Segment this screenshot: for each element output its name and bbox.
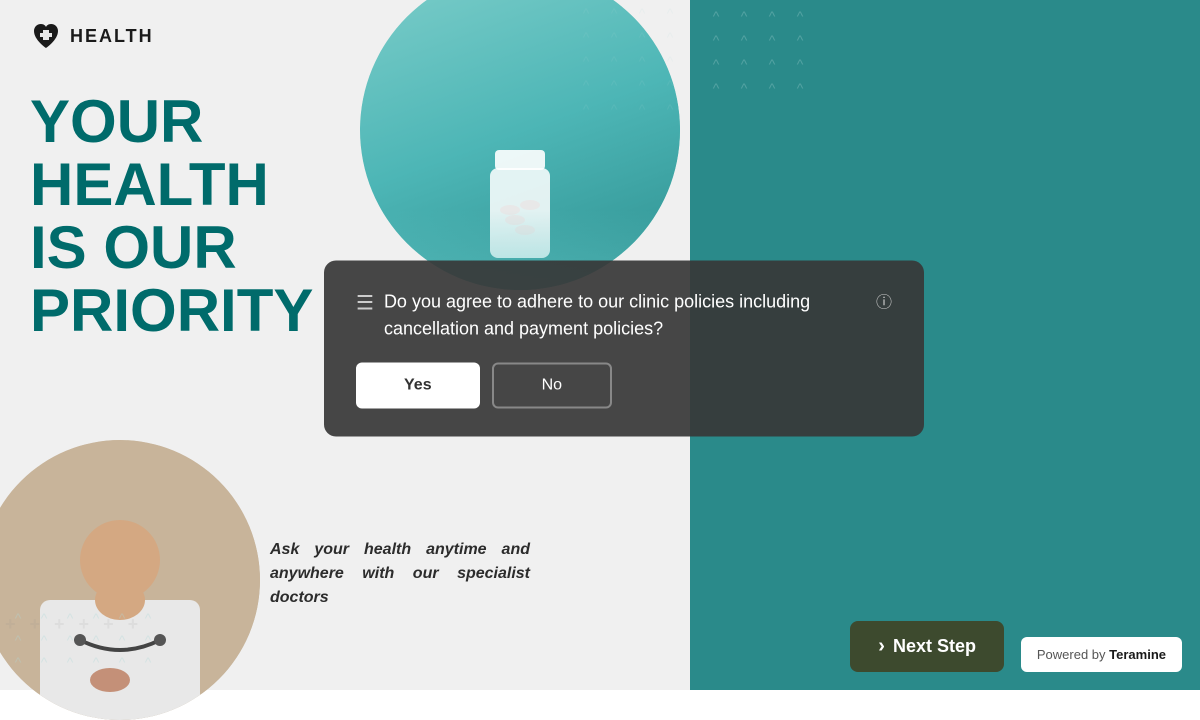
logo-text: HEALTH (70, 26, 154, 47)
yes-button[interactable]: Yes (356, 363, 480, 409)
next-step-arrow: › (878, 635, 885, 658)
logo-bar: HEALTH (30, 20, 154, 52)
powered-by-prefix: Powered by (1037, 647, 1106, 662)
headline-line2: HEALTH (30, 153, 300, 216)
chevrons-decoration-top: ^^^^ ^^^^ ^^^^ ^^^^ ^^^^ (576, 5, 680, 117)
right-panel-chevrons: ^^^^ ^^^^ ^^^^ ^^^^ (706, 8, 810, 96)
filter-icon: ☰ (356, 291, 374, 316)
doctor-image (0, 440, 260, 720)
dialog-buttons: Yes No (356, 363, 892, 409)
no-button[interactable]: No (492, 363, 612, 409)
powered-by-badge: Powered by Teramine (1021, 637, 1182, 672)
dialog-box: ☰ Do you agree to adhere to our clinic p… (324, 261, 924, 437)
powered-by-brand: Teramine (1109, 647, 1166, 662)
chevrons-decoration-bottom: ^^^^^^ ^^^^^^ ^^^^^^ (0, 610, 300, 670)
dialog-question: Do you agree to adhere to our clinic pol… (384, 289, 866, 343)
next-step-label: Next Step (893, 636, 976, 657)
policy-dialog: ☰ Do you agree to adhere to our clinic p… (324, 261, 924, 437)
headline-line3: IS OUR (30, 216, 300, 279)
tagline: Ask your health anytime and anywhere wit… (270, 538, 530, 610)
headline-line1: YOUR (30, 90, 300, 153)
headline-line4: PRIORITY (30, 279, 300, 342)
doctor-svg (0, 440, 260, 720)
health-logo-icon (30, 20, 62, 52)
headline: YOUR HEALTH IS OUR PRIORITY (30, 90, 300, 342)
next-step-button[interactable]: › Next Step (850, 621, 1004, 672)
dialog-header: ☰ Do you agree to adhere to our clinic p… (356, 289, 892, 343)
info-icon: ⓘ (876, 289, 892, 313)
